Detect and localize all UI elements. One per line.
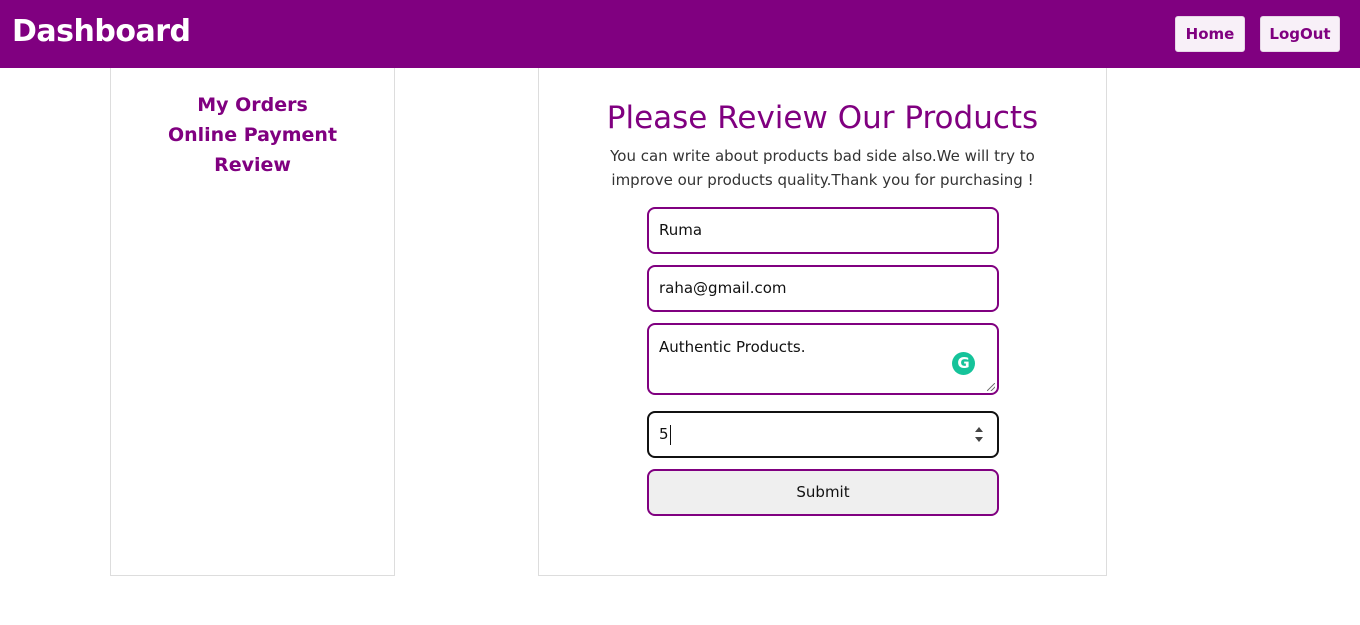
email-field[interactable]: raha@gmail.com — [647, 265, 999, 312]
logout-button[interactable]: LogOut — [1260, 16, 1340, 52]
submit-button[interactable]: Submit — [647, 469, 999, 516]
app-title: Dashboard — [12, 14, 191, 49]
review-description: You can write about products bad side al… — [610, 147, 1035, 189]
sidebar-item-review[interactable]: Review — [111, 150, 394, 180]
page-title: Please Review Our Products — [606, 100, 1039, 136]
spin-up-icon[interactable] — [975, 427, 983, 432]
rating-input[interactable]: 5 — [647, 411, 999, 458]
resize-handle-icon[interactable] — [987, 383, 995, 391]
review-panel: Please Review Our Products You can write… — [538, 68, 1107, 576]
sidebar-menu: My Orders Online Payment Review — [111, 90, 394, 180]
top-navbar: Dashboard Home LogOut — [0, 0, 1360, 68]
text-caret — [669, 424, 671, 445]
grammarly-icon[interactable]: G — [952, 352, 975, 375]
number-spinner[interactable] — [973, 424, 985, 446]
review-textarea[interactable]: Authentic Products. G — [647, 323, 999, 395]
name-field[interactable]: Ruma — [647, 207, 999, 254]
sidebar-item-online-payment[interactable]: Online Payment — [111, 120, 394, 150]
sidebar-item-my-orders[interactable]: My Orders — [111, 90, 394, 120]
sidebar: My Orders Online Payment Review — [110, 68, 395, 576]
spin-down-icon[interactable] — [975, 437, 983, 442]
rating-value: 5 — [659, 425, 669, 443]
home-button[interactable]: Home — [1175, 16, 1245, 52]
review-text: Authentic Products. — [659, 338, 806, 356]
